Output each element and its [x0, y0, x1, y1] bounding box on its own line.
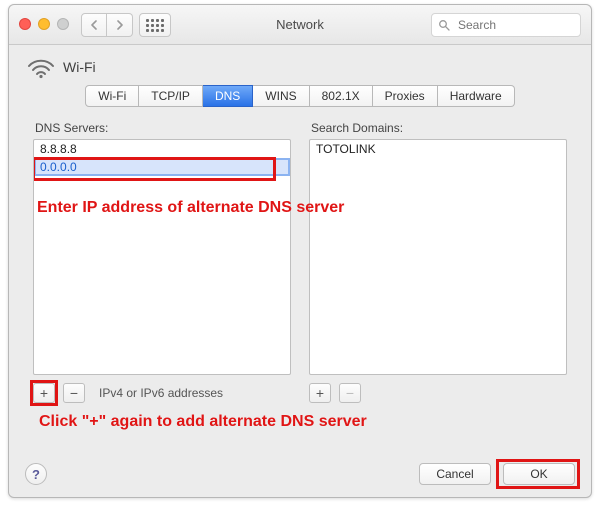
dns-servers-column: DNS Servers: 8.8.8.8 + − IPv4 or IPv6 ad… — [33, 121, 291, 403]
search-domains-toolbar: + − — [309, 383, 567, 403]
ok-button[interactable]: OK — [503, 463, 575, 485]
tab-proxies[interactable]: Proxies — [373, 85, 438, 107]
dns-servers-label: DNS Servers: — [35, 121, 291, 135]
search-field[interactable] — [431, 13, 581, 37]
remove-domain-button: − — [339, 383, 361, 403]
cancel-button[interactable]: Cancel — [419, 463, 491, 485]
preferences-window: Network Wi-Fi Wi-Fi TCP/IP DNS WINS — [8, 4, 592, 498]
window-body: Wi-Fi Wi-Fi TCP/IP DNS WINS 802.1X Proxi… — [9, 45, 591, 415]
add-domain-button[interactable]: + — [309, 383, 331, 403]
tab-wins[interactable]: WINS — [253, 85, 309, 107]
search-domains-list[interactable]: TOTOLINK — [309, 139, 567, 375]
dns-entry-input[interactable] — [34, 158, 290, 176]
list-item-editing[interactable] — [34, 158, 290, 176]
action-buttons: Cancel OK — [419, 463, 575, 485]
service-name: Wi-Fi — [63, 59, 96, 75]
titlebar: Network — [9, 5, 591, 45]
remove-dns-button[interactable]: − — [63, 383, 85, 403]
dns-footer-hint: IPv4 or IPv6 addresses — [99, 386, 223, 400]
wifi-icon — [27, 57, 53, 77]
tab-hardware[interactable]: Hardware — [438, 85, 515, 107]
search-domains-label: Search Domains: — [311, 121, 567, 135]
dns-servers-list[interactable]: 8.8.8.8 — [33, 139, 291, 375]
tab-tcpip[interactable]: TCP/IP — [139, 85, 203, 107]
service-header: Wi-Fi — [27, 57, 573, 77]
dns-columns: DNS Servers: 8.8.8.8 + − IPv4 or IPv6 ad… — [25, 121, 575, 403]
search-domains-column: Search Domains: TOTOLINK + − — [309, 121, 567, 403]
tab-wifi[interactable]: Wi-Fi — [85, 85, 139, 107]
dns-servers-toolbar: + − IPv4 or IPv6 addresses — [33, 383, 291, 403]
tab-bar: Wi-Fi TCP/IP DNS WINS 802.1X Proxies Har… — [25, 85, 575, 107]
search-icon — [438, 19, 450, 31]
list-item[interactable]: TOTOLINK — [310, 140, 566, 158]
list-item[interactable]: 8.8.8.8 — [34, 140, 290, 158]
tab-8021x[interactable]: 802.1X — [310, 85, 373, 107]
bottom-bar: ? Cancel OK — [25, 463, 575, 485]
tab-dns[interactable]: DNS — [203, 85, 253, 107]
help-button[interactable]: ? — [25, 463, 47, 485]
add-dns-button[interactable]: + — [33, 383, 55, 403]
search-input[interactable] — [456, 17, 574, 33]
annotation-text-2: Click "+" again to add alternate DNS ser… — [39, 413, 367, 431]
